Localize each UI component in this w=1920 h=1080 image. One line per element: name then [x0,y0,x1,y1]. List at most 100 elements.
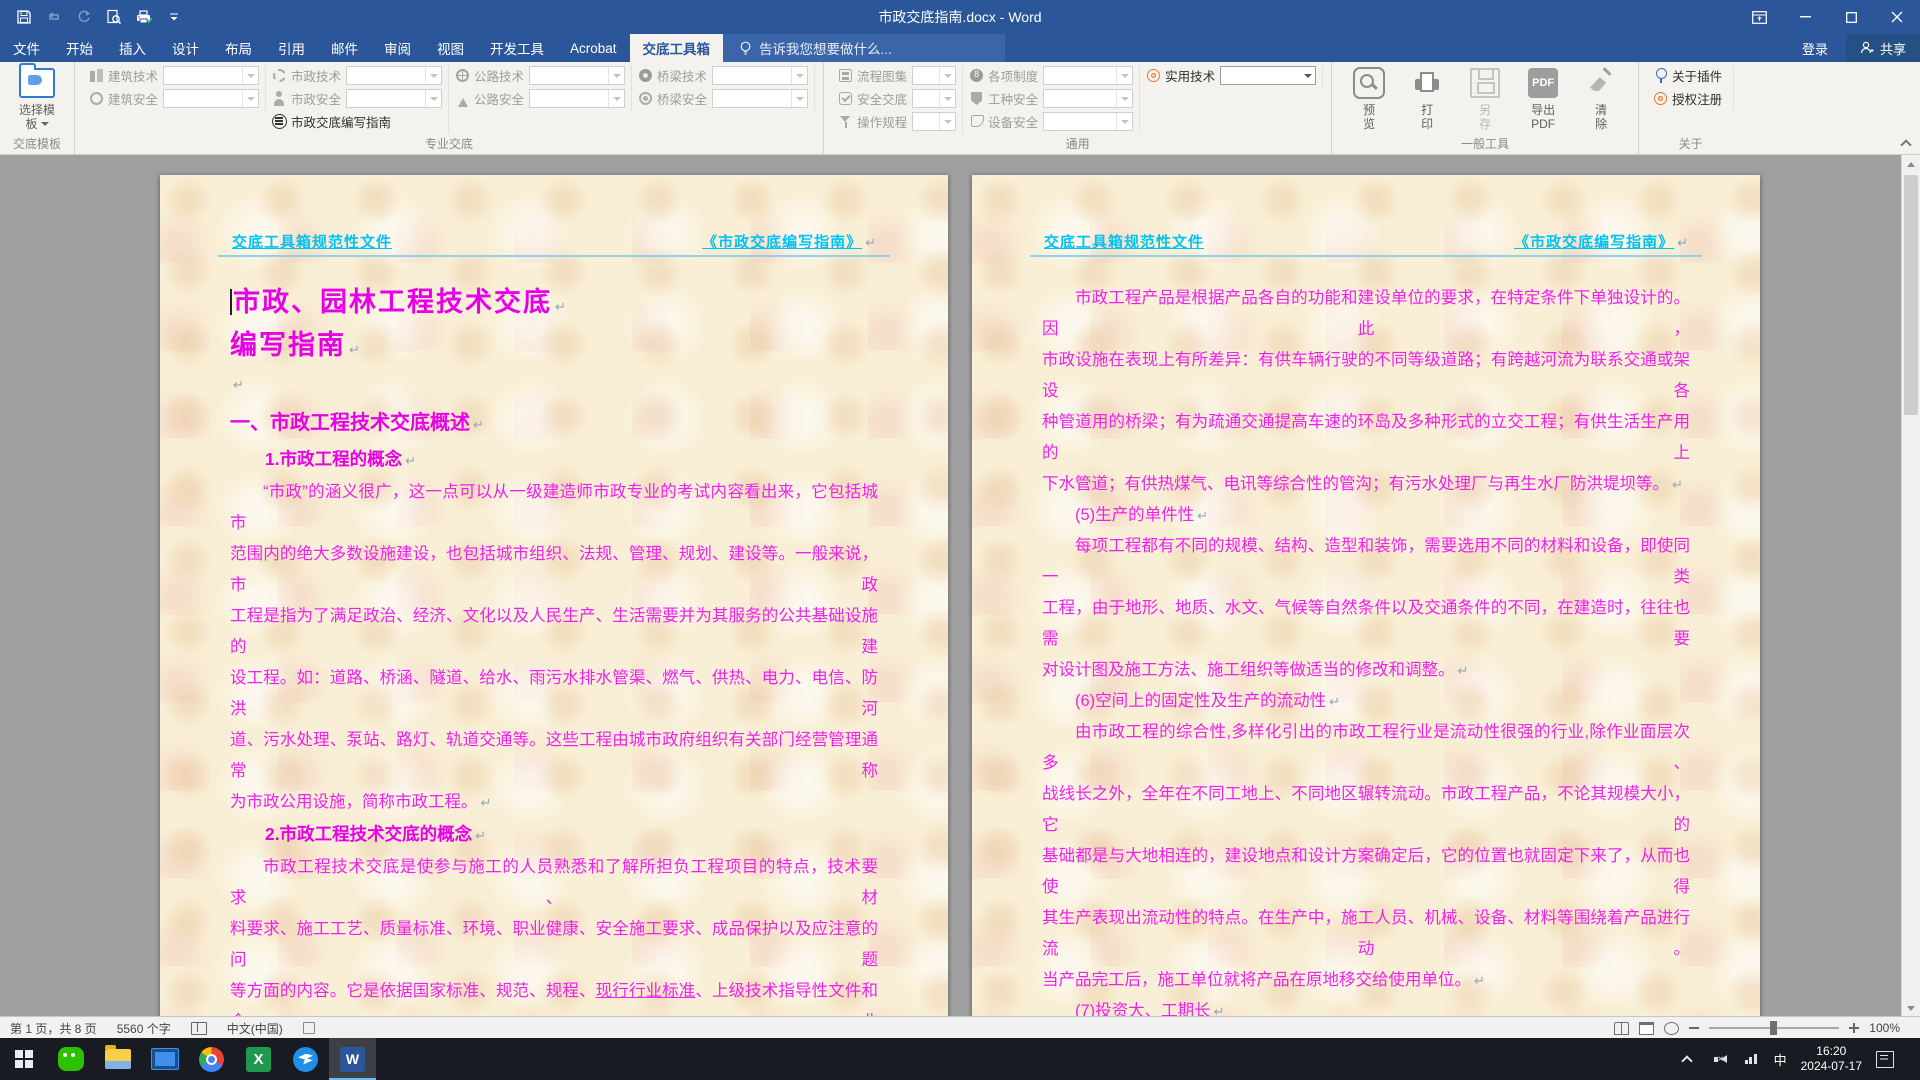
tab-view[interactable]: 视图 [424,34,477,62]
zoom-out-icon[interactable] [1689,1027,1699,1029]
start-button[interactable] [0,1038,47,1080]
tab-mailings[interactable]: 邮件 [318,34,371,62]
municipal-safety-combo[interactable] [346,89,442,108]
sign-in-button[interactable]: 登录 [1802,39,1828,58]
tell-me-box[interactable]: 告诉我您想要做什么... [723,34,1005,62]
minimize-button[interactable] [1782,0,1828,34]
language-indicator[interactable]: 中文(中国) [217,1020,293,1037]
building-safety-icon [89,91,104,106]
municipal-safety-icon [272,91,287,106]
print-preview-icon[interactable] [104,7,124,27]
trade-safety-combo[interactable] [1043,89,1133,108]
preview-button[interactable]: 预 览 [1342,65,1396,131]
clock-time: 16:20 [1801,1044,1862,1059]
taskbar-clock[interactable]: 16:20 2024-07-17 [1801,1044,1862,1074]
zoom-slider-thumb[interactable] [1770,1021,1777,1035]
taskbar-wechat[interactable] [47,1038,94,1080]
about-plugin-button[interactable]: 关于插件 [1672,66,1722,85]
ime-indicator[interactable]: 中 [1774,1050,1787,1069]
web-layout-icon[interactable] [1664,1022,1679,1035]
field-label: 市政安全 [291,89,341,108]
insert-mode-icon[interactable] [293,1022,325,1034]
customize-qat-icon[interactable] [164,7,184,27]
print-button[interactable]: 打 印 [1400,65,1454,131]
building-tech-combo[interactable] [163,66,259,85]
save-icon[interactable] [14,7,34,27]
print-layout-icon[interactable] [1639,1022,1654,1035]
quick-print-icon[interactable] [134,7,154,27]
share-button[interactable]: 共享 [1846,34,1920,62]
action-center-icon[interactable] [1876,1050,1894,1068]
paragraph-mark: ↵ [1329,686,1340,717]
tab-references[interactable]: 引用 [265,34,318,62]
flowchart-combo[interactable] [912,66,956,85]
taskbar-word-active[interactable]: W [329,1038,376,1080]
scrollbar-thumb[interactable] [1904,175,1918,415]
bridge-safety-combo[interactable] [712,89,808,108]
taskbar-thunder[interactable] [282,1038,329,1080]
tab-layout[interactable]: 布局 [212,34,265,62]
tab-acrobat[interactable]: Acrobat [557,34,630,62]
tab-home[interactable]: 开始 [53,34,106,62]
group-label-template: 交底模板 [0,135,74,152]
taskbar-excel[interactable]: X [235,1038,282,1080]
highway-safety-combo[interactable] [529,89,625,108]
undo-icon[interactable] [44,7,64,27]
building-safety-combo[interactable] [163,89,259,108]
doc-line: “市政”的涵义很广，这一点可以从一级建造师市政专业的考试内容看出来，它包括城市 [230,477,878,539]
page-body[interactable]: 市政、园林工程技术交底↵编写指南↵↵一、市政工程技术交底概述↵1.市政工程的概念… [160,257,948,1016]
save-as-button[interactable]: 另 存 [1458,65,1512,131]
zoom-in-icon[interactable] [1849,1023,1859,1033]
taskbar-file-explorer[interactable] [94,1038,141,1080]
zoom-level[interactable]: 100% [1869,1021,1900,1035]
practical-tech-combo[interactable] [1220,66,1316,85]
page-header: 交底工具箱规范性文件 《市政交底编写指南》↵ [218,231,890,257]
municipal-guide-button[interactable]: 市政交底编写指南 [291,112,391,131]
document-page-left[interactable]: 交底工具箱规范性文件 《市政交底编写指南》↵ 市政、园林工程技术交底↵编写指南↵… [160,175,948,1016]
network-icon[interactable] [1742,1050,1760,1068]
read-mode-icon[interactable] [1614,1022,1629,1035]
hidden-icons-chevron[interactable] [1678,1050,1696,1068]
tab-toolbox-active[interactable]: 交底工具箱 [630,34,724,62]
word-count[interactable]: 5560 个字 [107,1020,181,1037]
collapse-ribbon-icon[interactable] [1902,138,1912,148]
page-body[interactable]: 市政工程产品是根据产品各自的功能和建设单位的要求，在特定条件下单独设计的。因此，… [972,257,1760,1016]
systems-combo[interactable] [1043,66,1133,85]
unit-about: 关于插件 授权注册 [1647,65,1734,111]
operating-rules-combo[interactable] [912,112,956,131]
paragraph-mark: ↵ [481,787,492,818]
zoom-slider[interactable] [1709,1027,1839,1029]
doc-line: 设工程。如：道路、桥涵、隧道、给水、雨污水排水管渠、燃气、供热、电力、电信、防洪… [230,663,878,725]
license-register-button[interactable]: 授权注册 [1672,89,1722,108]
tab-review[interactable]: 审阅 [371,34,424,62]
highway-tech-combo[interactable] [529,66,625,85]
municipal-tech-combo[interactable] [346,66,442,85]
building-tech-icon [89,68,104,83]
doc-line: (6)空间上的固定性及生产的流动性↵ [1042,686,1690,717]
clear-button[interactable]: 清 除 [1574,65,1628,131]
tab-design[interactable]: 设计 [159,34,212,62]
redo-icon[interactable] [74,7,94,27]
bridge-tech-combo[interactable] [712,66,808,85]
tab-developer[interactable]: 开发工具 [477,34,557,62]
select-template-button[interactable]: 选择模 板 [10,65,64,131]
page-indicator[interactable]: 第 1 页，共 8 页 [0,1020,107,1037]
group-professional: 建筑技术 建筑安全 市政技术 市政安全 市政交底编写指南 公路技术 公路安全 桥… [75,62,824,154]
close-button[interactable] [1874,0,1920,34]
scroll-up-icon[interactable] [1902,155,1920,172]
scroll-down-icon[interactable] [1902,999,1920,1016]
export-pdf-button[interactable]: PDF 导出 PDF [1516,65,1570,131]
ribbon-display-options-icon[interactable] [1736,0,1782,34]
taskbar-computer[interactable] [141,1038,188,1080]
tab-file[interactable]: 文件 [0,34,53,62]
maximize-button[interactable] [1828,0,1874,34]
vertical-scrollbar[interactable] [1901,155,1920,1016]
volume-muted-icon[interactable]: × [1710,1050,1728,1068]
tab-insert[interactable]: 插入 [106,34,159,62]
safety-disclosure-combo[interactable] [912,89,956,108]
equipment-safety-combo[interactable] [1043,112,1133,131]
taskbar-chrome[interactable] [188,1038,235,1080]
proofing-icon[interactable] [181,1022,217,1035]
document-page-right[interactable]: 交底工具箱规范性文件 《市政交底编写指南》↵ 市政工程产品是根据产品各自的功能和… [972,175,1760,1016]
unit-building: 建筑技术 建筑安全 [83,65,266,111]
